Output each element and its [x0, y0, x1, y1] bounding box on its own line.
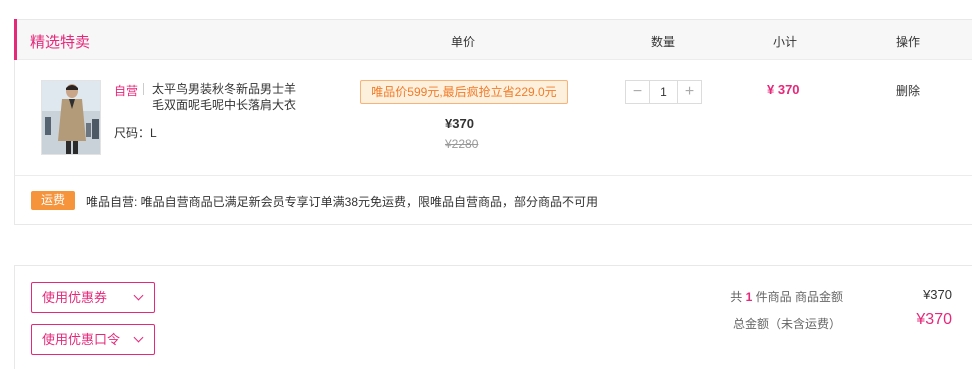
delete-button[interactable]: 删除	[896, 82, 920, 99]
column-header-quantity: 数量	[651, 35, 676, 49]
section-title: 精选特卖	[30, 34, 91, 51]
quantity-stepper: − 1 +	[625, 80, 702, 104]
quantity-increase-button[interactable]: +	[677, 81, 701, 103]
column-header-subtotal: 小计	[773, 35, 798, 49]
column-header-price: 单价	[451, 35, 476, 49]
coat-product-photo-icon	[42, 81, 100, 154]
use-coupon-label: 使用优惠券	[42, 290, 108, 305]
use-coupon-button[interactable]: 使用优惠券	[31, 282, 155, 313]
column-header-action: 操作	[896, 35, 921, 49]
item-subtotal: ¥ 370	[767, 82, 800, 97]
product-name-link[interactable]: 太平鸟男装秋冬新品男士羊毛双面呢毛呢中长落肩大衣	[152, 81, 302, 113]
quantity-input[interactable]: 1	[650, 81, 677, 103]
goods-amount: ¥370	[923, 287, 952, 302]
item-count: 1	[745, 290, 753, 304]
total-amount-label: 总金额（未含运费）	[732, 317, 841, 331]
tag-separator	[143, 83, 144, 95]
chevron-down-icon	[133, 290, 144, 301]
product-image[interactable]	[41, 80, 101, 155]
total-amount: ¥370	[916, 311, 952, 328]
current-price: ¥370	[445, 116, 474, 131]
shipping-note: 唯品自营: 唯品自营商品已满足新会员专享订单满38元免运费，限唯品自营商品，部分…	[86, 195, 599, 209]
promo-price-badge: 唯品价599元,最后疯抢立省229.0元	[360, 80, 568, 104]
count-prefix: 共	[730, 290, 743, 304]
product-size: 尺码：L	[114, 126, 157, 140]
shipping-badge: 运费	[31, 191, 75, 210]
order-summary-panel: 使用优惠券 使用优惠口令 共 1 件商品 商品金额 ¥370 总金额（未含运费）…	[14, 265, 972, 369]
self-operated-tag: 自营	[114, 84, 139, 98]
use-promo-code-label: 使用优惠口令	[42, 332, 121, 347]
header-accent-bar	[14, 19, 17, 60]
chevron-down-icon	[133, 332, 144, 343]
count-suffix: 件商品 商品金额	[755, 290, 843, 304]
quantity-decrease-button[interactable]: −	[626, 81, 650, 103]
cart-panel: 精选特卖 单价 数量 小计 操作 自营 太平鸟男装秋冬新品男士羊毛双面呢毛呢中长…	[14, 19, 972, 225]
original-price: ¥2280	[445, 137, 479, 151]
cart-header: 精选特卖 单价 数量 小计 操作	[14, 19, 972, 60]
use-promo-code-button[interactable]: 使用优惠口令	[31, 324, 155, 355]
item-count-line: 共 1 件商品 商品金额	[730, 288, 843, 305]
row-divider	[15, 175, 972, 176]
